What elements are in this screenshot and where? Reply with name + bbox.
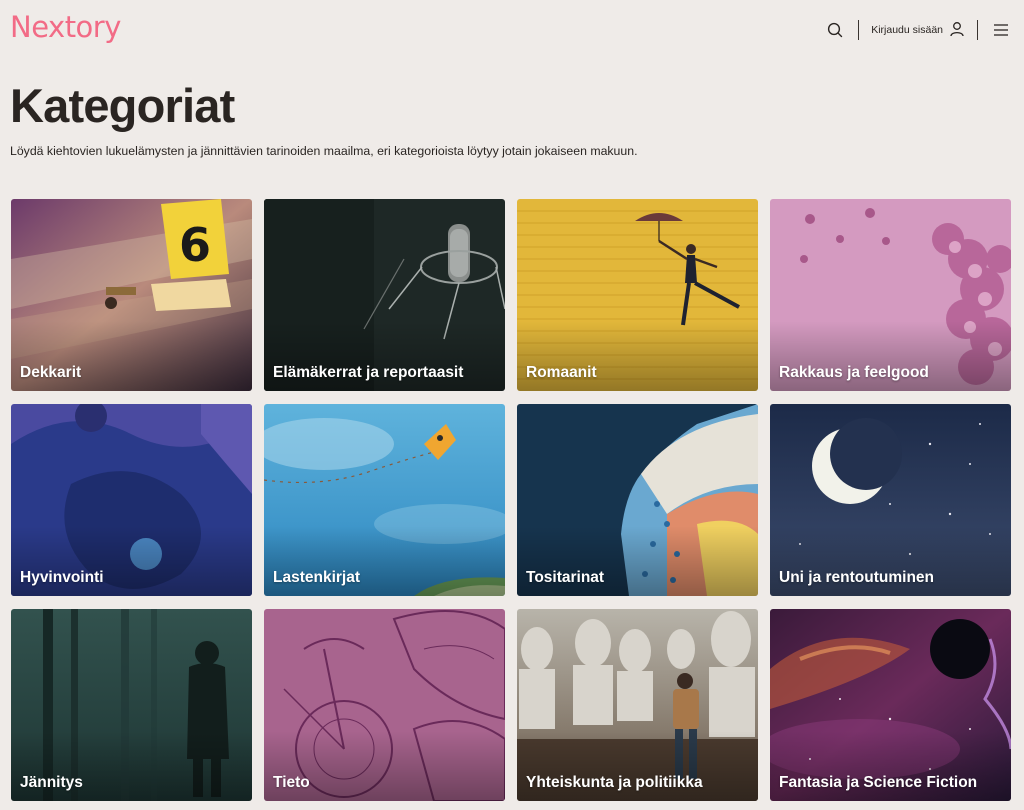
- svg-text:6: 6: [179, 218, 211, 272]
- category-label: Tieto: [273, 774, 310, 791]
- category-card-hyvinvointi[interactable]: Hyvinvointi: [11, 404, 252, 596]
- site-header: Nextory Kirjaudu sisään: [0, 0, 1024, 60]
- category-label: Elämäkerrat ja reportaasit: [273, 364, 464, 381]
- category-card-tositarinat[interactable]: Tositarinat: [517, 404, 758, 596]
- category-label: Jännitys: [20, 774, 83, 791]
- category-label: Fantasia ja Science Fiction: [779, 774, 978, 791]
- header-actions: Kirjaudu sisään: [824, 18, 1012, 42]
- category-card-uni[interactable]: Uni ja rentoutuminen: [770, 404, 1011, 596]
- category-label: Uni ja rentoutuminen: [779, 569, 934, 586]
- category-card-rakkaus[interactable]: Rakkaus ja feelgood: [770, 199, 1011, 391]
- login-button[interactable]: Kirjaudu sisään: [871, 21, 965, 40]
- category-card-romaanit[interactable]: Romaanit: [517, 199, 758, 391]
- category-card-dekkarit[interactable]: 6 Dekkarit: [11, 199, 252, 391]
- category-label: Rakkaus ja feelgood: [779, 364, 929, 381]
- category-card-jannitys[interactable]: Jännitys: [11, 609, 252, 801]
- category-label: Yhteiskunta ja politiikka: [526, 774, 703, 791]
- header-divider: [977, 20, 978, 40]
- category-card-elamakerrat[interactable]: Elämäkerrat ja reportaasit: [264, 199, 505, 391]
- category-label: Dekkarit: [20, 364, 82, 381]
- user-icon: [949, 21, 965, 40]
- search-icon[interactable]: [824, 19, 846, 41]
- category-label: Tositarinat: [526, 569, 605, 586]
- login-label: Kirjaudu sisään: [871, 24, 943, 36]
- category-label: Hyvinvointi: [20, 569, 104, 586]
- page-subtitle: Löydä kiehtovien lukuelämysten ja jännit…: [10, 144, 638, 158]
- category-card-tieto[interactable]: Tieto: [264, 609, 505, 801]
- category-label: Lastenkirjat: [273, 569, 361, 586]
- category-label: Romaanit: [526, 364, 597, 381]
- nextory-logo[interactable]: Nextory: [10, 10, 121, 44]
- category-card-lastenkirjat[interactable]: Lastenkirjat: [264, 404, 505, 596]
- category-card-fantasia[interactable]: Fantasia ja Science Fiction: [770, 609, 1011, 801]
- menu-icon[interactable]: [990, 19, 1012, 41]
- header-divider: [858, 20, 860, 40]
- category-grid: 6 Dekkarit Elämäkerrat ja reportaasit Ro…: [11, 199, 1011, 801]
- page-title: Kategoriat: [10, 79, 235, 132]
- category-card-yhteiskunta[interactable]: Yhteiskunta ja politiikka: [517, 609, 758, 801]
